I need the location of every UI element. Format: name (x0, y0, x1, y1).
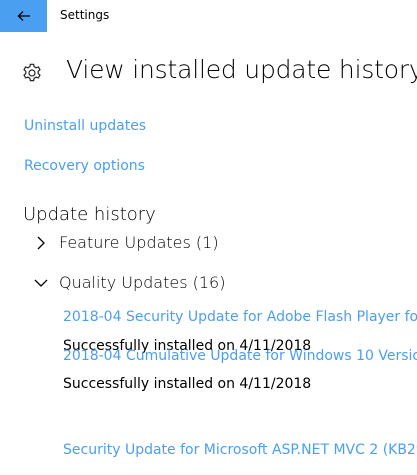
recovery-options-link[interactable]: Recovery options (24, 158, 145, 174)
quality-updates-group[interactable]: Quality Updates (16) (33, 273, 225, 292)
chevron-right-icon (37, 236, 45, 249)
update-item-title[interactable]: 2018-04 Security Update for Adobe Flash … (63, 309, 417, 325)
update-item-title[interactable]: Security Update for Microsoft ASP.NET MV… (63, 442, 417, 458)
settings-window: Settings View installed update history U… (0, 0, 417, 475)
arrow-left-icon (17, 11, 30, 21)
update-history-heading: Update history (23, 204, 156, 225)
back-button[interactable] (0, 0, 47, 32)
update-item-status: Successfully installed on 4/11/2018 (63, 376, 312, 392)
quality-updates-label: Quality Updates (16) (59, 273, 226, 292)
update-item-title[interactable]: 2018-04 Cumulative Update for Windows 10… (63, 348, 417, 364)
app-title: Settings (60, 8, 110, 22)
feature-updates-group[interactable]: Feature Updates (1) (33, 233, 219, 252)
feature-updates-label: Feature Updates (1) (59, 233, 219, 252)
chevron-down-icon (34, 279, 48, 287)
page-title: View installed update history (66, 55, 417, 84)
gear-icon (23, 63, 41, 82)
uninstall-updates-link[interactable]: Uninstall updates (24, 118, 146, 134)
